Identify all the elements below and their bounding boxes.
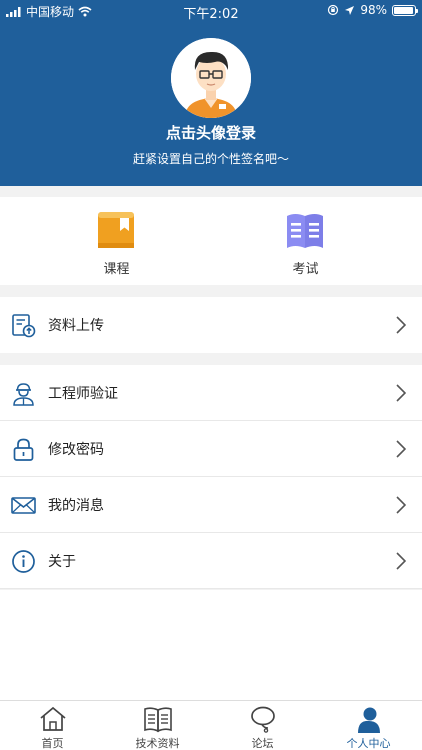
menu-item-messages[interactable]: 我的消息 xyxy=(0,477,422,533)
chevron-right-icon xyxy=(396,316,406,334)
menu-item-change-password[interactable]: 修改密码 xyxy=(0,421,422,477)
chevron-right-icon xyxy=(396,552,406,570)
menu-item-upload[interactable]: 资料上传 xyxy=(0,297,422,353)
course-button[interactable]: 课程 xyxy=(11,197,222,285)
quick-actions: 课程 考试 xyxy=(0,197,422,285)
tab-home[interactable]: 首页 xyxy=(0,701,105,750)
course-book-icon xyxy=(98,212,134,248)
engineer-icon xyxy=(13,383,34,406)
chat-bubble-icon xyxy=(251,706,275,733)
upload-document-icon xyxy=(12,314,36,338)
book-icon xyxy=(144,707,172,733)
messages-label: 我的消息 xyxy=(48,498,104,514)
upload-label: 资料上传 xyxy=(48,318,104,334)
tab-bar: 首页 技术资料 论坛 个人中心 xyxy=(0,700,422,750)
lock-icon xyxy=(13,438,34,461)
location-icon xyxy=(345,5,355,15)
battery-icon xyxy=(392,4,418,16)
rotation-lock-icon xyxy=(328,4,339,16)
avatar[interactable] xyxy=(171,38,251,118)
person-icon xyxy=(358,707,380,733)
avatar-person-icon xyxy=(171,38,251,118)
exam-label: 考试 xyxy=(292,262,319,277)
menu-item-engineer-verify[interactable]: 工程师验证 xyxy=(0,365,422,421)
chevron-right-icon xyxy=(396,496,406,514)
profile-header: 中国移动 下午2:02 98% 点击头像登录 赶紧设置自己的个性签名吧～ xyxy=(0,0,422,186)
mail-icon xyxy=(11,497,36,514)
tab-profile[interactable]: 个人中心 xyxy=(316,701,421,750)
tab-forum-label: 论坛 xyxy=(251,737,274,750)
login-prompt[interactable]: 点击头像登录 xyxy=(0,122,422,143)
chevron-right-icon xyxy=(396,384,406,402)
course-label: 课程 xyxy=(103,262,130,277)
engineer-verify-label: 工程师验证 xyxy=(48,386,118,402)
content-blank-area xyxy=(0,590,422,700)
battery-percent: 98% xyxy=(360,3,387,17)
tab-tech-docs[interactable]: 技术资料 xyxy=(105,701,210,750)
home-icon xyxy=(40,706,66,731)
menu-item-about[interactable]: 关于 xyxy=(0,533,422,589)
tab-home-label: 首页 xyxy=(41,737,64,750)
tab-forum[interactable]: 论坛 xyxy=(210,701,315,750)
status-bar: 中国移动 下午2:02 98% xyxy=(0,0,422,22)
exam-button[interactable]: 考试 xyxy=(200,197,411,285)
about-label: 关于 xyxy=(48,554,76,570)
change-password-label: 修改密码 xyxy=(48,442,104,458)
exam-book-icon xyxy=(287,214,323,248)
signature-text: 赶紧设置自己的个性签名吧～ xyxy=(132,152,289,166)
tab-tech-docs-label: 技术资料 xyxy=(135,737,180,750)
tab-profile-label: 个人中心 xyxy=(346,737,391,750)
chevron-right-icon xyxy=(396,440,406,458)
info-icon xyxy=(12,550,35,573)
